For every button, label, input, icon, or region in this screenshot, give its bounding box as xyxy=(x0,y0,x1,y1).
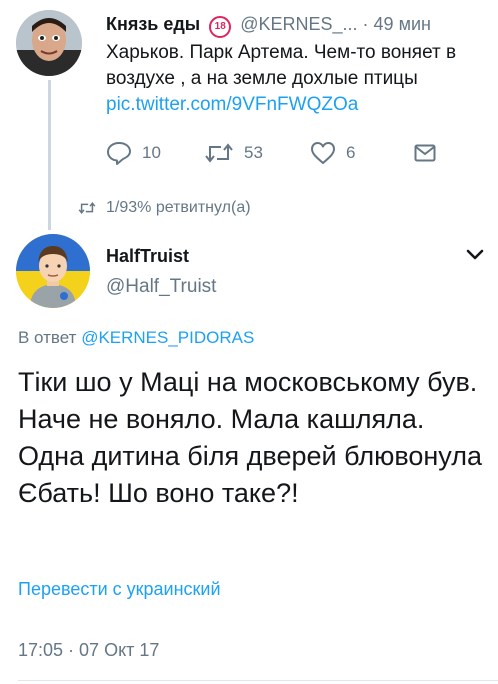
envelope-icon xyxy=(414,144,436,162)
reply-to-line: В ответ @KERNES_PIDORAS xyxy=(18,328,254,348)
heart-icon xyxy=(311,142,335,164)
retweet-small-icon xyxy=(78,201,96,215)
reply-button[interactable]: 10 xyxy=(106,140,161,166)
age-restriction-badge: 18 xyxy=(209,16,232,38)
direct-message-button[interactable] xyxy=(414,140,436,166)
parent-tweet-text: Харьков. Парк Артема. Чем-то воняет в во… xyxy=(106,42,457,89)
parent-author-handle[interactable]: @KERNES_... xyxy=(240,14,357,34)
main-author-name[interactable]: HalfTruist xyxy=(106,246,189,267)
parent-tweet-time: · 49 мин xyxy=(362,14,431,34)
tweet-timestamp: 17:05 · 07 Окт 17 xyxy=(18,640,160,660)
reply-icon xyxy=(107,142,131,165)
reply-count: 10 xyxy=(142,143,161,162)
avatar-photo xyxy=(16,10,82,76)
avatar-illustration xyxy=(16,234,90,308)
parent-tweet-media-link[interactable]: pic.twitter.com/9VFnFWQZOa xyxy=(106,92,486,118)
retweet-count: 53 xyxy=(244,143,263,162)
thread-connector-line xyxy=(48,80,51,230)
like-count: 6 xyxy=(346,143,356,162)
retweet-context-text: 1/93% ретвитнул(а) xyxy=(106,199,251,216)
retweet-context: 1/93% ретвитнул(а) xyxy=(78,196,251,220)
reply-to-mention[interactable]: @KERNES_PIDORAS xyxy=(81,328,254,347)
parent-tweet-header: Князь еды 18 @KERNES_... · 49 мин xyxy=(106,12,486,38)
chevron-down-icon[interactable] xyxy=(466,248,484,262)
divider xyxy=(18,680,498,681)
parent-tweet-actions: 10 53 6 xyxy=(106,140,446,166)
main-tweet-text: Тіки шо у Маці на московському був. Наче… xyxy=(18,367,482,508)
parent-tweet-body: Харьков. Парк Артема. Чем-то воняет в во… xyxy=(106,40,486,118)
translate-link[interactable]: Перевести с украинский xyxy=(18,579,221,600)
main-author-handle[interactable]: @Half_Truist xyxy=(106,276,216,298)
parent-avatar[interactable] xyxy=(16,10,82,76)
main-avatar[interactable] xyxy=(16,234,90,308)
retweet-button[interactable]: 53 xyxy=(204,140,263,166)
parent-author-name[interactable]: Князь еды xyxy=(106,14,200,34)
retweet-icon xyxy=(205,143,233,163)
reply-to-prefix: В ответ xyxy=(18,328,77,347)
like-button[interactable]: 6 xyxy=(310,140,355,166)
